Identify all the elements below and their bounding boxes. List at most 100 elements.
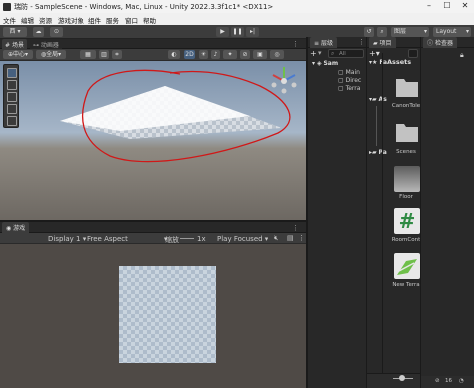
csharp-script-icon[interactable]: # [394,208,420,234]
menu-gameobject[interactable]: 游戏对象 [58,15,84,25]
menu-component[interactable]: 组件 [88,15,101,25]
tab-animator[interactable]: ⊶ 动画器 [30,39,62,49]
collab-icon[interactable]: ⊙ [50,27,63,37]
inspector-lock-icon[interactable]: 🔒︎ [460,51,470,60]
draw-mode-icon[interactable]: ◐ [168,50,180,59]
project-tree-assets[interactable]: ▾▰ As [369,96,387,103]
menu-window[interactable]: 窗口 [125,15,138,25]
gizmos-menu-icon[interactable]: ⋮ [298,234,305,242]
hierarchy-search-input[interactable]: ⌕ All [328,49,364,58]
scale-slider[interactable] [180,238,194,239]
unity-logo-icon [3,3,11,11]
hierarchy-search-placeholder: All [339,51,346,57]
lighting-icon[interactable]: ☀ [199,50,208,59]
project-split-divider[interactable] [382,53,383,373]
folder-icon[interactable] [394,73,420,99]
tab-scene[interactable]: # 场景 [2,39,27,49]
window-titlebar: 瑞防 - SampleScene - Windows, Mac, Linux -… [0,0,474,13]
tab-project[interactable]: ▰ 项目 [369,37,396,48]
hierarchy-add-icon[interactable]: + [310,49,318,58]
aspect-dropdown[interactable]: Free Aspect ▾ [87,235,167,243]
orientation-gizmo[interactable] [265,63,303,97]
asset-label-scenes[interactable]: Scenes [389,149,423,155]
project-bottom-bar [367,373,420,388]
slider-handle[interactable] [399,375,405,381]
status-bar: ⊘ 16 ◔ [421,376,474,388]
layers-dropdown[interactable]: 图层 ▾ [391,27,429,37]
cloud-icon[interactable]: ☁ [33,27,44,37]
minimize-button[interactable]: – [420,0,438,13]
menu-help[interactable]: 帮助 [143,15,156,25]
play-mode-dropdown[interactable]: Play Focused ▾ [217,235,268,243]
search-icon[interactable]: ⌕ [377,27,387,37]
game-tab-menu-icon[interactable]: ⋮ [292,224,299,232]
pivot-dropdown[interactable]: ⊕中心▾ [3,50,33,59]
audio-icon[interactable]: ♪ [211,50,220,59]
display-dropdown[interactable]: Display 1 ▾ [48,235,86,243]
history-icon[interactable]: ↺ [364,27,374,37]
close-button[interactable]: ✕ [456,0,474,13]
scene-tab-menu-icon[interactable]: ⋮ [292,40,299,48]
material-thumbnail[interactable] [394,166,420,192]
game-tabstrip: ◉ 游戏 ⋮ [0,222,306,233]
hierarchy-item-directional-light[interactable]: ▢ Direc [338,77,361,84]
pause-button[interactable]: ❚❚ [231,27,244,37]
aspect-label: Free Aspect [87,235,128,243]
maximize-button[interactable]: ☐ [438,0,456,13]
mode-2d-toggle[interactable]: 2D [184,50,195,59]
tab-project-label: 项目 [379,40,392,47]
notification-icon[interactable]: ◔ [459,378,464,384]
tab-hierarchy[interactable]: ≡ 层级 [310,37,337,48]
expand-arrow-icon: ▾ [312,60,316,67]
effects-icon[interactable]: ✦ [223,50,237,59]
project-tree-packages[interactable]: ▸▰ Pa [369,149,387,156]
scale-tool-icon[interactable] [7,104,17,114]
project-breadcrumb[interactable]: Assets [387,58,411,66]
asset-label-folder1[interactable]: CanonTole [389,103,423,109]
menu-file[interactable]: 文件 [3,15,16,25]
move-tool-icon[interactable] [7,80,17,90]
account-dropdown[interactable]: 西 ▾ [3,27,27,37]
hidden-objects-icon[interactable]: ⊘ [240,50,250,59]
layout-dropdown[interactable]: Layout ▾ [433,27,471,37]
step-button[interactable]: ▸| [246,27,259,37]
menu-assets[interactable]: 资源 [39,15,52,25]
tab-inspector[interactable]: ⓘ 检查器 [423,37,457,48]
scene-canvas [60,69,291,163]
project-add-icon[interactable]: +▾ [369,49,380,58]
asset-label-terrain[interactable]: New Terra [389,282,423,288]
space-dropdown[interactable]: ◍全局▾ [36,50,66,59]
folder-icon[interactable] [394,118,420,144]
terrain-data-icon[interactable] [394,253,420,279]
tab-game[interactable]: ◉ 游戏 [2,222,30,233]
grid-snap-icon[interactable]: ▦ [80,50,96,59]
hidden-packages-icon[interactable]: ⊘ [435,378,440,384]
project-search-icon[interactable] [408,49,418,58]
camera-icon[interactable]: ▣ [253,50,267,59]
snap-increment-icon[interactable]: ⌗ [112,50,122,59]
rotate-tool-icon[interactable] [7,92,17,102]
hierarchy-item-main-camera[interactable]: ▢ Main [338,69,360,76]
hand-tool-icon[interactable] [7,68,17,78]
play-mode-label: Play Focused [217,235,263,243]
hierarchy-menu-icon[interactable]: ⋮ [358,38,365,46]
mute-audio-icon[interactable]: 🔇︎ [274,234,278,243]
menu-bar: 文件 编辑 资源 游戏对象 组件 服务 窗口 帮助 [0,13,474,25]
asset-label-script[interactable]: RoomCont [389,237,423,243]
hierarchy-add-dropdown-icon[interactable]: ▾ [318,49,323,57]
hierarchy-item-scene[interactable]: ▾ ◈ Sam [312,60,338,67]
menu-edit[interactable]: 编辑 [21,15,34,25]
hierarchy-item-terrain[interactable]: ▢ Terra [338,85,360,92]
stats-icon[interactable]: ▤ [287,234,294,242]
project-tree-favorites[interactable]: ▾★ Fa [369,59,387,66]
folder-tab-icon: ▰ [373,40,378,47]
asset-label-floor[interactable]: Floor [389,194,423,200]
gizmos-icon[interactable]: ◎ [270,50,284,59]
menu-services[interactable]: 服务 [106,15,119,25]
grid-icon[interactable]: ▥ [99,50,109,59]
tool-palette [3,64,19,128]
tab-game-label: 游戏 [13,225,26,232]
scene-view[interactable] [0,61,306,220]
rect-tool-icon[interactable] [7,116,17,126]
play-button[interactable]: ▶ [216,27,229,37]
